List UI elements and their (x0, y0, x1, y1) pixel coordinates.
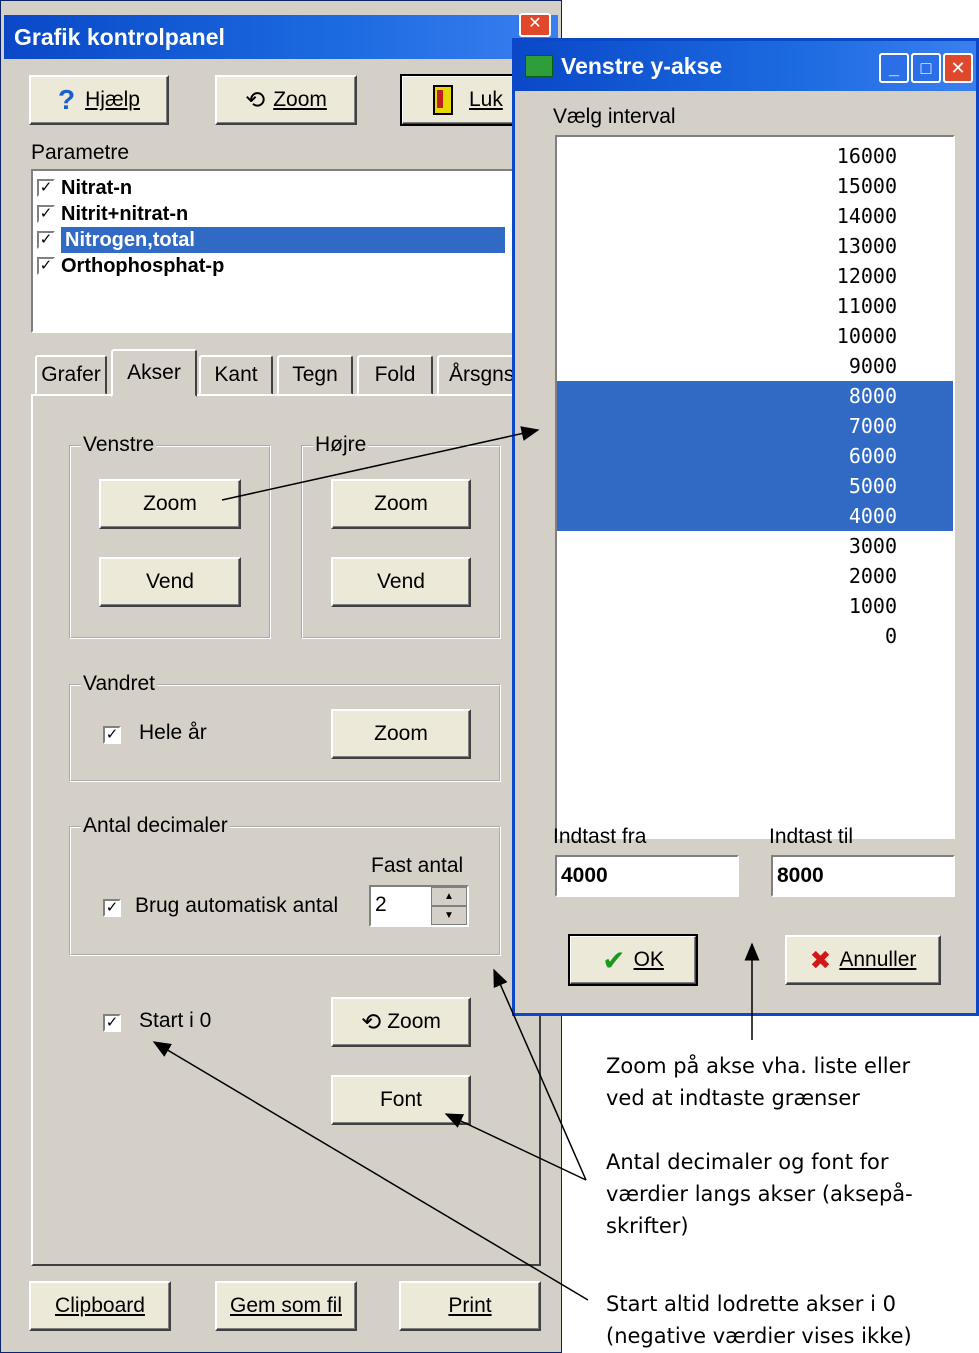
interval-item[interactable]: 8000 (557, 381, 953, 411)
clipboard-button[interactable]: Clipboard (29, 1281, 171, 1331)
y-axis-dialog: Venstre y-akse _ □ ✕ Vælg interval 16000… (512, 38, 979, 1016)
dialog-title: Venstre y-akse (561, 52, 723, 79)
decimals-note: Antal decimaler og font for værdier lang… (606, 1150, 913, 1238)
tab-tegn[interactable]: Tegn (277, 355, 353, 395)
param-checkbox[interactable]: ✓ (37, 231, 55, 249)
close-icon[interactable]: ✕ (519, 13, 551, 37)
control-panel-title: Grafik kontrolpanel (14, 23, 225, 50)
maximize-icon[interactable]: □ (911, 53, 941, 83)
to-label: Indtast til (769, 825, 854, 848)
checkmark-icon: ✔ (602, 944, 626, 976)
tab-grafer[interactable]: Grafer (35, 355, 107, 395)
close-label: Luk (469, 88, 503, 111)
fixed-count-label: Fast antal (371, 854, 464, 877)
tab-kant[interactable]: Kant (199, 355, 273, 395)
zoom-button[interactable]: ⟲ Zoom (215, 75, 357, 125)
params-list[interactable]: ✓ Nitrat-n ✓ Nitrit+nitrat-n ✓ Nitrogen,total… (31, 169, 531, 333)
interval-item[interactable]: 9000 (557, 351, 953, 381)
help-label: Hjælp (85, 88, 140, 111)
close-icon[interactable]: ✕ (943, 53, 973, 83)
interval-item[interactable]: 2000 (557, 561, 953, 591)
cancel-button[interactable]: ✖ Annuller (785, 935, 941, 985)
interval-item[interactable]: 7000 (557, 411, 953, 441)
cross-icon: ✖ (809, 944, 832, 975)
interval-item[interactable]: 4000 (557, 501, 953, 531)
from-value: 4000 (561, 864, 608, 887)
param-label: Nitrit+nitrat-n (61, 203, 189, 225)
ok-button[interactable]: ✔ OK (568, 934, 698, 986)
right-zoom-button[interactable]: Zoom (331, 479, 471, 529)
to-value: 8000 (777, 864, 824, 887)
axis-zoom-reset-button[interactable]: ⟲ Zoom (331, 997, 471, 1047)
right-axis-group (301, 445, 501, 639)
param-item[interactable]: ✓ Orthophosphat-p (33, 253, 529, 279)
start-zero-checkbox[interactable]: ✓ (103, 1014, 121, 1032)
tab-akser[interactable]: Akser (111, 349, 197, 397)
undo-zoom-icon: ⟲ (245, 86, 266, 114)
decimal-count-value: 2 (375, 893, 387, 916)
help-icon: ? (58, 84, 76, 115)
interval-item[interactable]: 6000 (557, 441, 953, 471)
interval-item[interactable]: 11000 (557, 291, 953, 321)
param-label: Orthophosphat-p (61, 255, 225, 277)
control-panel-titlebar[interactable]: Grafik kontrolpanel (4, 15, 558, 59)
interval-list[interactable]: 16000 15000 14000 13000 12000 11000 10000 9000 8… (555, 135, 955, 839)
interval-item[interactable]: 3000 (557, 531, 953, 561)
start-note: Start altid lodrette akser i 0 (negative… (606, 1292, 912, 1348)
save-file-button[interactable]: Gem som fil (215, 1281, 357, 1331)
help-button[interactable]: ? Hjælp (29, 75, 169, 125)
decimals-group-label: Antal decimaler (81, 814, 230, 838)
whole-year-label: Hele år (139, 721, 207, 744)
spin-up-button[interactable]: ▲ (431, 887, 467, 906)
interval-item[interactable]: 14000 (557, 201, 953, 231)
tab-fold[interactable]: Fold (357, 355, 433, 395)
horizontal-zoom-button[interactable]: Zoom (331, 709, 471, 759)
left-axis-group-label: Venstre (81, 433, 157, 457)
params-heading: Parametre (31, 141, 130, 164)
param-checkbox[interactable]: ✓ (37, 257, 55, 275)
param-item[interactable]: ✓ Nitrogen,total (33, 227, 529, 253)
to-input[interactable]: 8000 (771, 855, 955, 897)
interval-item[interactable]: 1000 (557, 591, 953, 621)
whole-year-checkbox[interactable]: ✓ (103, 726, 121, 744)
param-item[interactable]: ✓ Nitrat-n (33, 175, 529, 201)
choose-interval-label: Vælg interval (553, 105, 676, 128)
left-flip-button[interactable]: Vend (99, 557, 241, 607)
from-input[interactable]: 4000 (555, 855, 739, 897)
font-button[interactable]: Font (331, 1075, 471, 1125)
start-zero-label: Start i 0 (139, 1009, 212, 1032)
zoom-note: Zoom på akse vha. liste eller ved at ind… (606, 1054, 911, 1110)
left-zoom-button[interactable]: Zoom (99, 479, 241, 529)
from-label: Indtast fra (553, 825, 647, 848)
param-checkbox[interactable]: ✓ (37, 179, 55, 197)
minimize-icon[interactable]: _ (879, 53, 909, 83)
interval-item[interactable]: 12000 (557, 261, 953, 291)
zoom-label: Zoom (273, 88, 327, 111)
interval-item[interactable]: 15000 (557, 171, 953, 201)
param-label: Nitrat-n (61, 177, 133, 199)
param-checkbox[interactable]: ✓ (37, 205, 55, 223)
decimal-count-input[interactable]: 2 ▲ ▼ (369, 885, 469, 927)
print-button[interactable]: Print (399, 1281, 541, 1331)
auto-count-label: Brug automatisk antal (135, 894, 339, 917)
right-flip-button[interactable]: Vend (331, 557, 471, 607)
interval-item[interactable]: 10000 (557, 321, 953, 351)
right-axis-group-label: Højre (313, 433, 369, 457)
spin-down-button[interactable]: ▼ (431, 906, 467, 925)
dialog-app-icon (525, 55, 553, 77)
horizontal-axis-group-label: Vandret (81, 672, 157, 696)
interval-item[interactable]: 16000 (557, 141, 953, 171)
control-panel-window: Grafik kontrolpanel ✕ ? Hjælp ⟲ Zoom Luk… (0, 0, 562, 1353)
undo-zoom-icon: ⟲ (361, 1008, 382, 1036)
auto-count-checkbox[interactable]: ✓ (103, 899, 121, 917)
left-axis-group (69, 445, 271, 639)
interval-item[interactable]: 13000 (557, 231, 953, 261)
interval-item[interactable]: 0 (557, 621, 953, 651)
param-item[interactable]: ✓ Nitrit+nitrat-n (33, 201, 529, 227)
param-label: Nitrogen,total (61, 227, 505, 253)
door-icon (433, 85, 453, 115)
interval-item[interactable]: 5000 (557, 471, 953, 501)
